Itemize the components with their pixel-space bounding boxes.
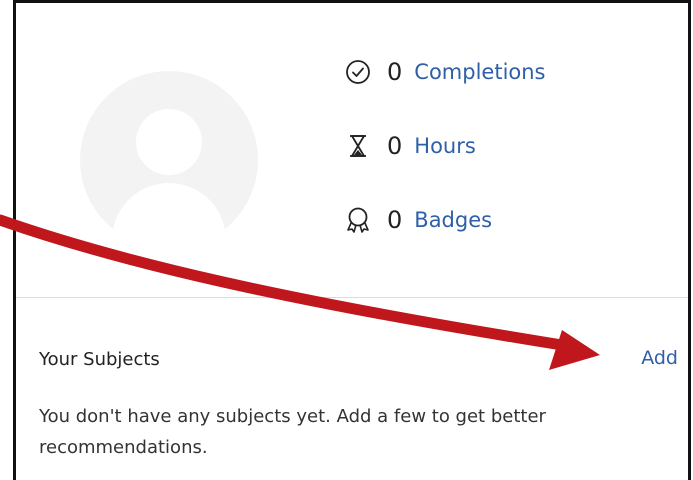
section-divider bbox=[16, 297, 688, 298]
completions-link[interactable]: Completions bbox=[414, 60, 545, 84]
stat-badges: 0 Badges bbox=[343, 200, 492, 240]
stat-hours: 0 Hours bbox=[343, 126, 476, 166]
completions-count: 0 bbox=[387, 58, 403, 86]
profile-card: 0 Completions 0 Hours 0 Badges Your Subj… bbox=[13, 0, 691, 480]
avatar-head bbox=[136, 109, 202, 175]
badges-count: 0 bbox=[387, 206, 403, 234]
avatar-placeholder bbox=[80, 71, 258, 249]
avatar-body bbox=[112, 183, 226, 249]
hours-link[interactable]: Hours bbox=[414, 134, 476, 158]
subjects-empty-message: You don't have any subjects yet. Add a f… bbox=[39, 406, 546, 458]
add-subject-link[interactable]: Add bbox=[641, 347, 678, 369]
stat-completions: 0 Completions bbox=[343, 52, 546, 92]
hours-count: 0 bbox=[387, 132, 403, 160]
subjects-heading: Your Subjects bbox=[39, 349, 160, 370]
hourglass-icon bbox=[343, 131, 373, 161]
badge-ribbon-icon bbox=[343, 205, 373, 235]
badges-link[interactable]: Badges bbox=[414, 208, 492, 232]
check-circle-icon bbox=[343, 57, 373, 87]
